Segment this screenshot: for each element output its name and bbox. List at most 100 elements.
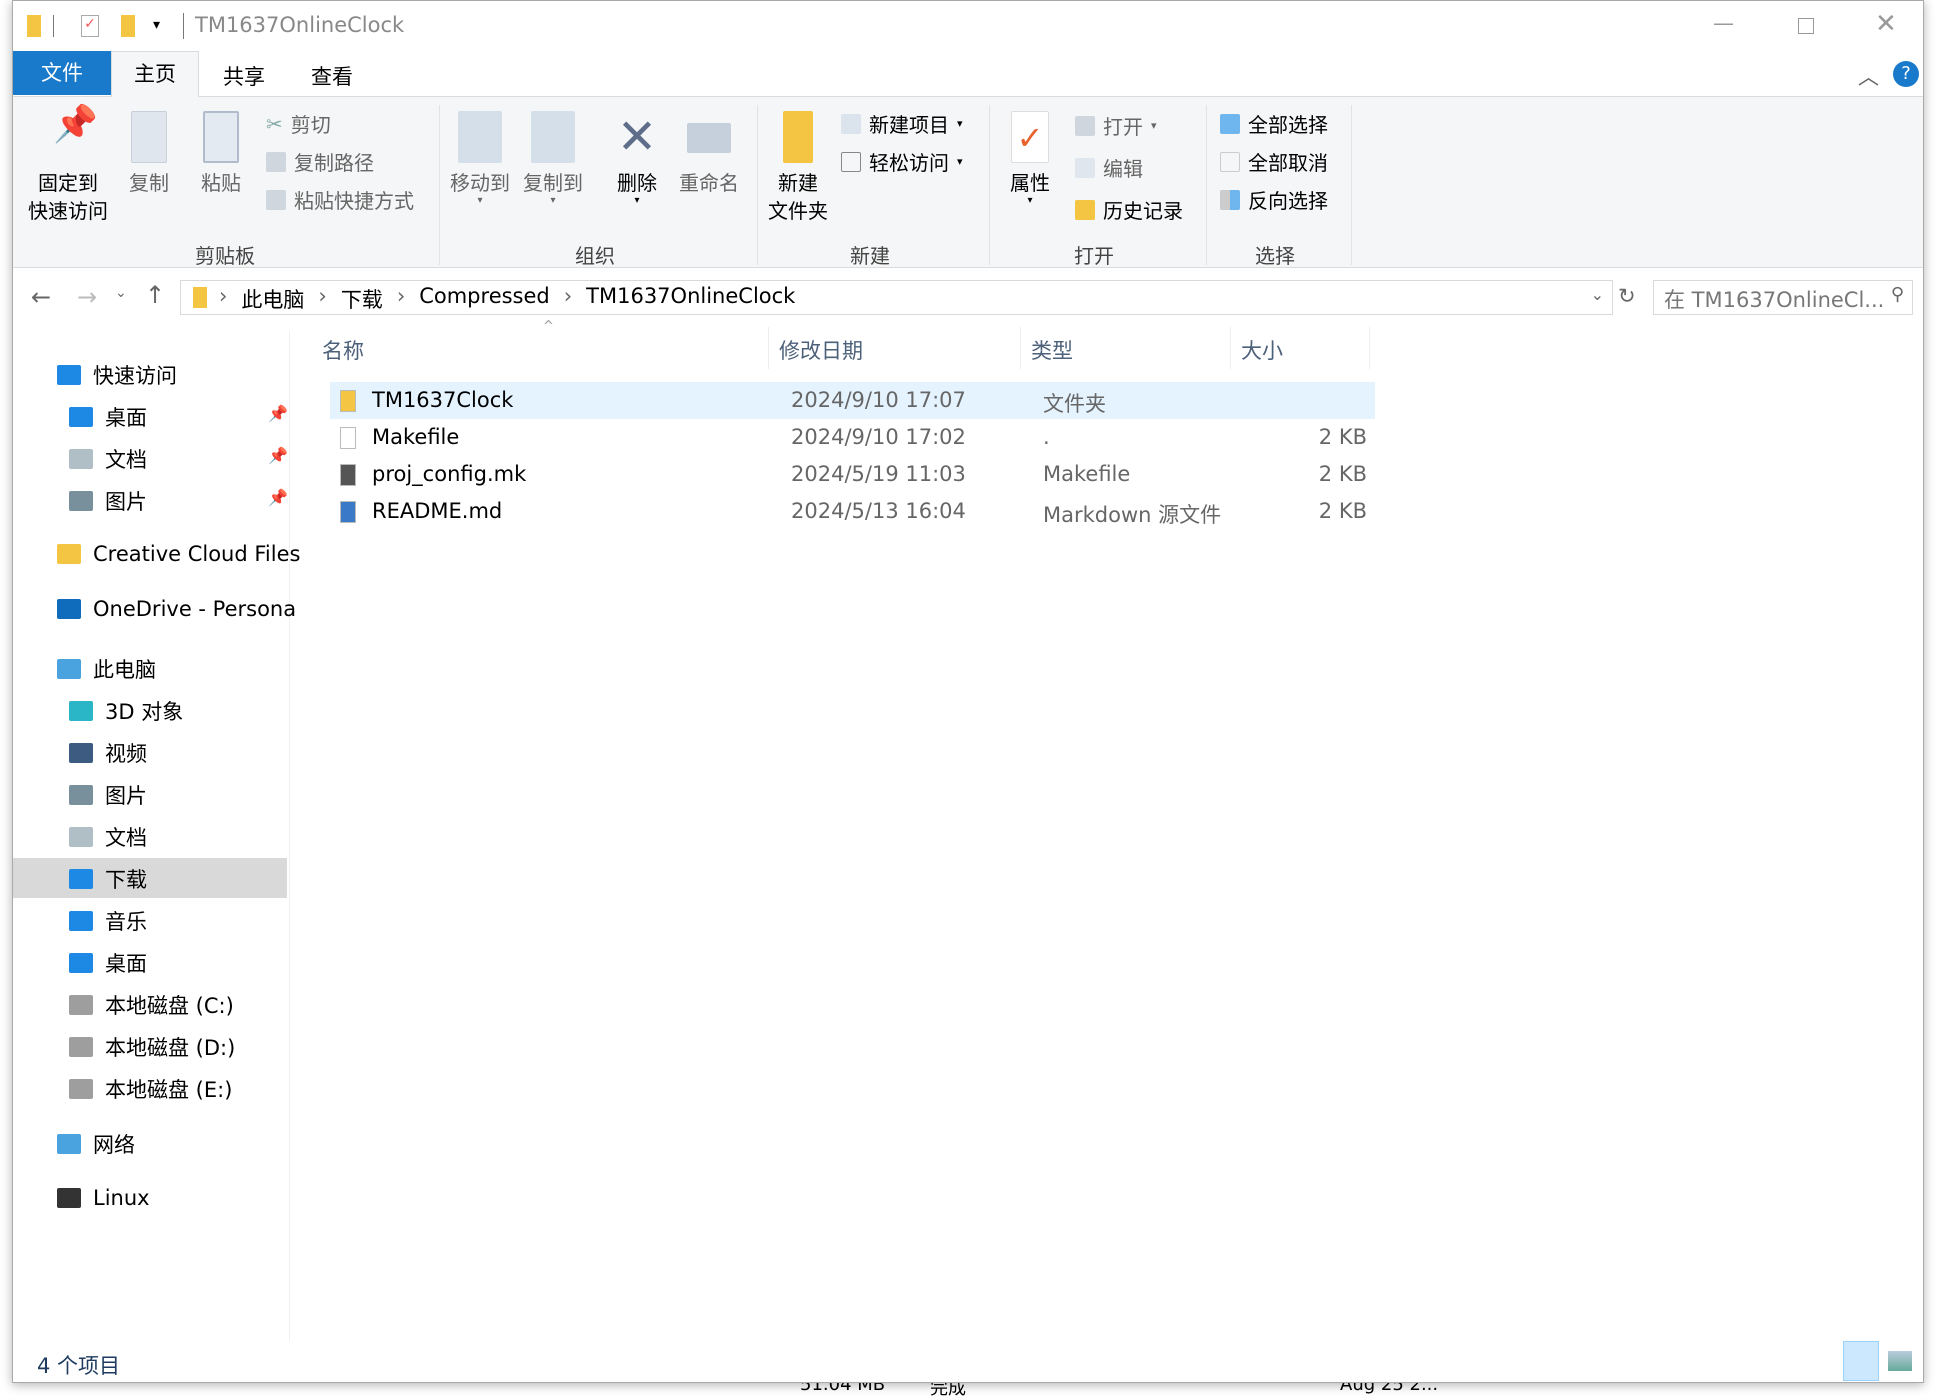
sidebar-item[interactable]: 图片 (69, 780, 147, 810)
search-box[interactable]: 在 TM1637OnlineCl... ⚲ (1653, 280, 1913, 315)
crumb[interactable]: 下载 (341, 284, 383, 314)
sidebar-item[interactable]: 文档 (69, 822, 147, 852)
tab-home[interactable]: 主页 (111, 51, 199, 97)
column-type[interactable]: 类型 (1031, 335, 1073, 365)
pin-icon[interactable]: 📌 (268, 488, 288, 507)
sidebar-item[interactable]: Linux (57, 1186, 150, 1210)
easy-access-button[interactable]: 轻松访问 ▾ (841, 147, 963, 176)
group-label-select: 选择 (1255, 244, 1295, 268)
delete-button[interactable]: ✕ 删除 ▾ (615, 111, 659, 206)
up-button[interactable]: ↑ (145, 281, 165, 309)
column-date[interactable]: 修改日期 (779, 335, 863, 365)
computer-icon (57, 659, 81, 679)
pin-icon[interactable]: 📌 (268, 446, 288, 465)
sidebar-item[interactable]: 桌面 (69, 948, 147, 978)
sidebar-item[interactable]: 本地磁盘 (C:) (69, 990, 234, 1020)
scissors-icon: ✂ (266, 111, 283, 136)
video-icon (69, 743, 93, 763)
tab-view[interactable]: 查看 (311, 61, 353, 91)
customize-toolbar-icon[interactable]: ▾ (153, 17, 160, 33)
sidebar-item[interactable]: Creative Cloud Files (57, 542, 300, 566)
markdown-icon (340, 501, 356, 523)
sidebar-item[interactable]: 音乐 (69, 906, 147, 936)
column-name[interactable]: 名称 (322, 335, 364, 365)
group-label-new: 新建 (850, 244, 890, 268)
select-all-button[interactable]: 全部选择 (1220, 109, 1328, 138)
search-input[interactable]: 在 TM1637OnlineCl... (1664, 284, 1884, 314)
file-row[interactable]: TM1637Clock 2024/9/10 17:07 文件夹 (330, 382, 1375, 419)
sidebar-item-label: 快速访问 (93, 364, 177, 388)
properties-button[interactable]: ✓ 属性 ▾ (1010, 111, 1050, 206)
large-icons-view-button[interactable] (1888, 1351, 1912, 1371)
paste-shortcut-button[interactable]: 粘贴快捷方式 (266, 185, 414, 214)
column-size[interactable]: 大小 (1241, 335, 1283, 365)
new-folder-button[interactable]: 新建 文件夹 (768, 111, 828, 225)
back-button[interactable]: ← (31, 283, 51, 311)
file-date: 2024/5/19 11:03 (791, 462, 966, 486)
history-button[interactable]: 历史记录 (1075, 195, 1183, 224)
edit-button[interactable]: 编辑 (1075, 153, 1143, 182)
details-view-button[interactable] (1843, 1341, 1879, 1381)
forward-button[interactable]: → (77, 283, 97, 311)
sidebar-item-label: 此电脑 (93, 658, 156, 682)
cut-button[interactable]: ✂ 剪切 (266, 109, 331, 138)
sidebar-item[interactable]: 桌面 (69, 402, 147, 432)
sidebar-item[interactable]: OneDrive - Persona (57, 597, 296, 621)
help-icon[interactable]: ? (1893, 61, 1919, 87)
invert-selection-button[interactable]: 反向选择 (1220, 185, 1328, 214)
crumb[interactable]: Compressed (419, 284, 550, 314)
select-none-icon (1220, 151, 1240, 172)
recent-locations-button[interactable]: ⌄ (115, 285, 127, 301)
sidebar-item[interactable]: 本地磁盘 (D:) (69, 1032, 235, 1062)
rename-button[interactable]: 重命名 (679, 111, 739, 197)
copy-path-button[interactable]: 复制路径 (266, 147, 374, 176)
sidebar-item[interactable]: 文档 (69, 444, 147, 474)
address-dropdown-icon[interactable]: ⌄ (1591, 285, 1604, 304)
select-none-button[interactable]: 全部取消 (1220, 147, 1328, 176)
move-to-button[interactable]: 移动到 ▾ (450, 111, 510, 206)
refresh-button[interactable]: ↻ (1618, 284, 1636, 308)
sidebar-item[interactable]: 此电脑 (57, 654, 156, 684)
sidebar-item[interactable]: 本地磁盘 (E:) (69, 1074, 232, 1104)
sidebar-item[interactable]: 网络 (57, 1129, 135, 1159)
file-type: Markdown 源文件 (1043, 503, 1222, 527)
sidebar-item[interactable]: 视频 (69, 738, 147, 768)
sidebar-item[interactable]: 快速访问 (57, 360, 177, 390)
sidebar-item[interactable]: 下载 (69, 864, 147, 894)
file-type: Makefile (1043, 462, 1131, 486)
drive-icon (69, 1037, 93, 1057)
easy-access-icon (841, 151, 861, 172)
pin-quick-access-button[interactable]: 📌 固定到 快速访问 (28, 107, 108, 225)
sort-ascending-icon: ^ (543, 319, 554, 334)
move-to-icon (458, 111, 502, 163)
sidebar-item[interactable]: 3D 对象 (69, 696, 183, 726)
new-item-button[interactable]: 新建项目 ▾ (841, 109, 963, 138)
minimize-button[interactable]: — (1713, 11, 1734, 35)
open-button[interactable]: 打开 ▾ (1075, 111, 1157, 140)
folder-icon (27, 15, 41, 37)
crumb[interactable]: TM1637OnlineClock (586, 284, 795, 314)
sidebar-item[interactable]: 图片 (69, 486, 147, 516)
pin-icon[interactable]: 📌 (268, 404, 288, 423)
file-row[interactable]: Makefile 2024/9/10 17:02. 2 KB (330, 419, 1375, 456)
pictures-icon (69, 491, 93, 511)
collapse-ribbon-icon[interactable]: ︿ (1858, 61, 1879, 91)
close-button[interactable]: ✕ (1875, 9, 1897, 39)
new-folder-quick-icon[interactable] (121, 15, 135, 37)
copy-path-icon (266, 151, 286, 172)
properties-quick-icon[interactable]: ✓ (81, 15, 99, 37)
file-row[interactable]: README.md 2024/5/13 16:04 Markdown 源文件 2 KB (330, 493, 1375, 530)
tab-file[interactable]: 文件 (13, 51, 111, 95)
address-bar[interactable]: › 此电脑 › 下载 › Compressed › TM1637OnlineClock ⌄ (180, 280, 1613, 315)
sidebar-item-label: OneDrive - Persona (93, 597, 297, 621)
star-icon (57, 365, 81, 385)
tab-share[interactable]: 共享 (223, 61, 265, 91)
paste-button[interactable]: 粘贴 (201, 111, 241, 197)
file-row[interactable]: proj_config.mk 2024/5/19 11:03 Makefile 2 K… (330, 456, 1375, 493)
copy-button[interactable]: 复制 (129, 111, 169, 197)
breadcrumb: › 此电脑 › 下载 › Compressed › TM1637OnlineClock (219, 284, 796, 314)
maximize-button[interactable] (1798, 18, 1814, 34)
file-size: 2 KB (1318, 425, 1367, 449)
copy-to-button[interactable]: 复制到 ▾ (523, 111, 583, 206)
crumb[interactable]: 此电脑 (241, 284, 304, 314)
